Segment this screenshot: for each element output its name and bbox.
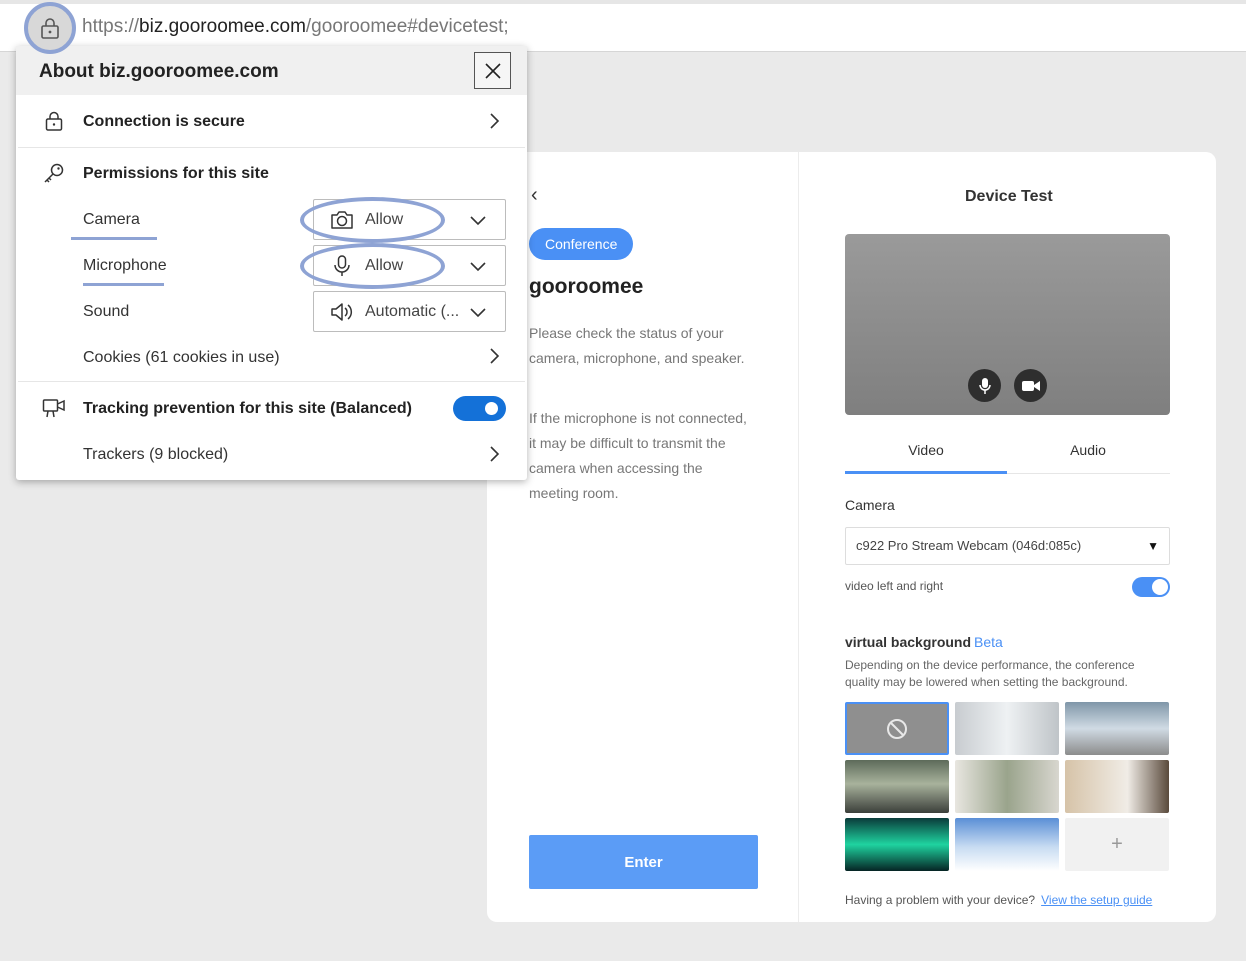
video-camera-icon xyxy=(1021,380,1040,391)
background-none-option[interactable] xyxy=(845,702,949,755)
background-kitchen[interactable] xyxy=(845,760,949,813)
address-bar: https://biz.gooroomee.com/gooroomee#devi… xyxy=(0,0,1246,52)
popup-header: About biz.gooroomee.com xyxy=(16,46,527,95)
microphone-icon xyxy=(334,255,350,276)
brand-title: gooroomee xyxy=(529,275,644,298)
divider xyxy=(18,381,525,382)
mirror-label: video left and right xyxy=(845,579,944,593)
virtual-background-description: Depending on the device performance, the… xyxy=(845,658,1135,689)
sound-permission-label: Sound xyxy=(83,303,130,320)
background-study[interactable] xyxy=(955,760,1059,813)
url-text[interactable]: https://biz.gooroomee.com/gooroomee#devi… xyxy=(82,16,509,38)
microphone-permission-select[interactable]: Allow xyxy=(313,245,506,286)
sound-permission-value: Automatic (... xyxy=(365,303,460,320)
speaker-icon xyxy=(331,303,353,321)
tracking-prevention-toggle[interactable] xyxy=(453,396,506,421)
caret-down-icon: ▼ xyxy=(1147,539,1159,553)
trackers-label: Trackers (9 blocked) xyxy=(83,446,229,463)
divider xyxy=(18,147,525,148)
description-status: Please check the status of your camera, … xyxy=(529,325,745,366)
tracking-prevention-label: Tracking prevention for this site (Balan… xyxy=(83,400,412,417)
url-host: biz.gooroomee.com xyxy=(139,16,306,37)
key-icon xyxy=(42,161,66,185)
help-line: Having a problem with your device? View t… xyxy=(845,893,1152,907)
background-aurora[interactable] xyxy=(845,818,949,871)
setup-guide-link[interactable]: View the setup guide xyxy=(1041,893,1152,907)
microphone-permission-label: Microphone xyxy=(83,257,167,274)
no-background-icon xyxy=(887,718,907,739)
add-background-button[interactable]: + xyxy=(1065,818,1169,871)
close-icon xyxy=(484,62,501,79)
chevron-right-icon xyxy=(490,446,500,462)
url-prefix: https:// xyxy=(82,16,140,37)
tab-audio[interactable]: Audio xyxy=(1007,432,1169,474)
camera-permission-select[interactable]: Allow xyxy=(313,199,506,240)
popup-title: About biz.gooroomee.com xyxy=(39,61,279,82)
microphone-permission-value: Allow xyxy=(365,257,404,274)
camera-select[interactable]: c922 Pro Stream Webcam (046d:085c) ▼ xyxy=(845,527,1170,565)
microphone-toggle-button[interactable] xyxy=(968,369,1001,402)
mirror-video-toggle[interactable] xyxy=(1132,577,1170,597)
chevron-right-icon xyxy=(490,113,500,129)
device-test-card: ‹ Conference gooroomee Please check the … xyxy=(487,152,1216,922)
virtual-background-title: virtual background Beta xyxy=(845,634,1003,650)
chevron-down-icon xyxy=(470,216,486,226)
sound-permission-select[interactable]: Automatic (... xyxy=(313,291,506,332)
microphone-icon xyxy=(978,377,991,394)
microphone-highlight-underline xyxy=(83,283,164,286)
camera-icon xyxy=(331,211,353,229)
connection-secure-label: Connection is secure xyxy=(83,113,245,130)
description-microphone: If the microphone is not connected, it m… xyxy=(529,410,747,501)
video-preview xyxy=(845,234,1170,415)
camera-select-value: c922 Pro Stream Webcam (046d:085c) xyxy=(856,538,1082,553)
chevron-right-icon xyxy=(490,348,500,364)
conference-badge[interactable]: Conference xyxy=(529,228,634,260)
close-popup-button[interactable] xyxy=(474,52,511,89)
tab-video[interactable]: Video xyxy=(845,432,1007,474)
back-arrow-icon[interactable]: ‹ xyxy=(531,184,538,207)
virtual-background-label: virtual background xyxy=(845,634,972,650)
permissions-heading: Permissions for this site xyxy=(83,165,269,182)
url-path: /gooroomee#devicetest; xyxy=(305,16,509,37)
cookies-label: Cookies (61 cookies in use) xyxy=(83,349,280,366)
background-clouds[interactable] xyxy=(955,818,1059,871)
camera-toggle-button[interactable] xyxy=(1014,369,1047,402)
lock-icon xyxy=(42,109,66,133)
chevron-down-icon xyxy=(470,262,486,272)
chevron-down-icon xyxy=(470,308,486,318)
background-blurred-office[interactable] xyxy=(955,702,1059,755)
lock-icon xyxy=(41,18,59,39)
help-text: Having a problem with your device? xyxy=(845,893,1036,907)
beta-badge: Beta xyxy=(974,634,1003,650)
camera-field-label: Camera xyxy=(845,497,895,513)
site-info-popup: About biz.gooroomee.com Connection is se… xyxy=(16,46,527,480)
device-test-title: Device Test xyxy=(965,188,1053,205)
tracking-prevention-icon xyxy=(42,396,66,420)
device-tabs: Video Audio xyxy=(845,432,1170,474)
camera-permission-value: Allow xyxy=(365,211,404,228)
intro-panel: ‹ Conference gooroomee Please check the … xyxy=(487,152,799,922)
background-living-room[interactable] xyxy=(1065,702,1169,755)
camera-highlight-underline xyxy=(71,237,157,240)
background-shelf-room[interactable] xyxy=(1065,760,1169,813)
site-info-lock-button[interactable] xyxy=(24,2,76,54)
enter-button[interactable]: Enter xyxy=(529,835,758,889)
camera-permission-label: Camera xyxy=(83,211,140,228)
